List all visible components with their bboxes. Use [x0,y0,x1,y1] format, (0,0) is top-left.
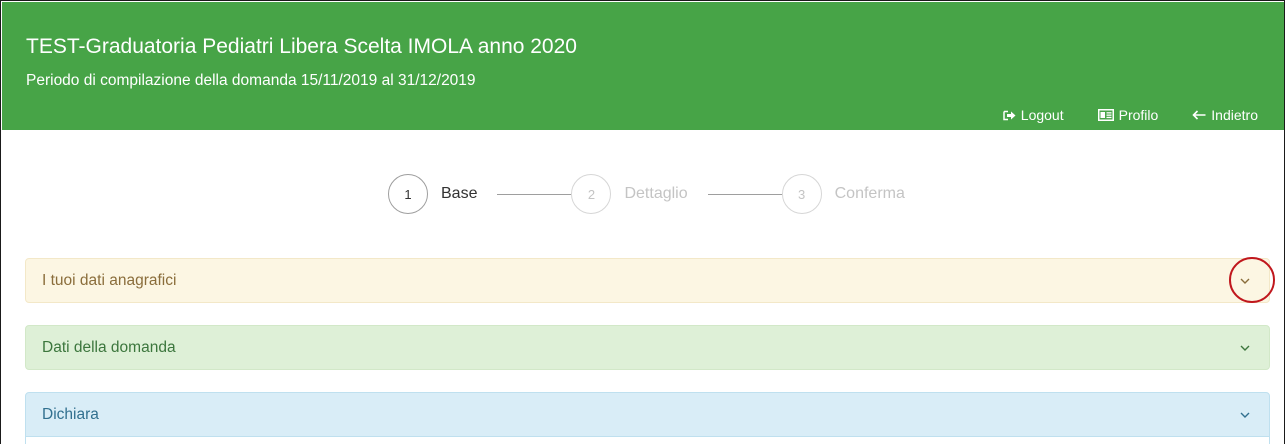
profile-label: Profilo [1118,107,1159,123]
panel-title: I tuoi dati anagrafici [42,271,177,289]
step-label: Dettaglio [624,185,688,202]
step-connector [707,193,782,195]
step-connector [497,193,572,195]
wizard-stepper: 1 Base 2 Dettaglio 3 Conferma [388,174,905,214]
chevron-down-icon[interactable] [1239,344,1251,352]
step-dettaglio[interactable]: 2 Dettaglio [571,174,688,214]
panel-dichiara-body [25,437,1270,444]
step-label: Base [441,185,478,202]
panel-title: Dati della domanda [42,338,176,356]
step-number: 2 [571,174,612,214]
page-subtitle: Periodo di compilazione della domanda 15… [26,72,476,89]
logout-label: Logout [1020,107,1064,123]
page-title: TEST-Graduatoria Pediatri Libera Scelta … [26,35,577,58]
header-nav: Logout Profilo Indietro [1003,106,1258,124]
panel-dati-domanda[interactable]: Dati della domanda [25,325,1270,370]
back-link[interactable]: Indietro [1192,106,1258,124]
logout-icon [1003,110,1016,121]
back-label: Indietro [1211,107,1258,123]
step-conferma[interactable]: 3 Conferma [781,174,905,214]
chevron-down-icon[interactable] [1239,411,1251,419]
logout-link[interactable]: Logout [1003,106,1064,124]
chevron-down-icon[interactable] [1239,277,1251,285]
arrow-left-icon [1192,110,1206,120]
panel-dichiara[interactable]: Dichiara [25,392,1270,437]
profile-link[interactable]: Profilo [1097,106,1159,124]
step-label: Conferma [834,185,905,202]
step-base[interactable]: 1 Base [388,174,477,214]
panel-dati-anagrafici[interactable]: I tuoi dati anagrafici [25,258,1270,303]
step-number: 3 [781,174,822,214]
panel-title: Dichiara [42,405,99,423]
app-window: TEST-Graduatoria Pediatri Libera Scelta … [0,0,1285,444]
page-header: TEST-Graduatoria Pediatri Libera Scelta … [2,2,1284,130]
id-card-icon [1097,109,1114,121]
step-number: 1 [388,174,428,214]
